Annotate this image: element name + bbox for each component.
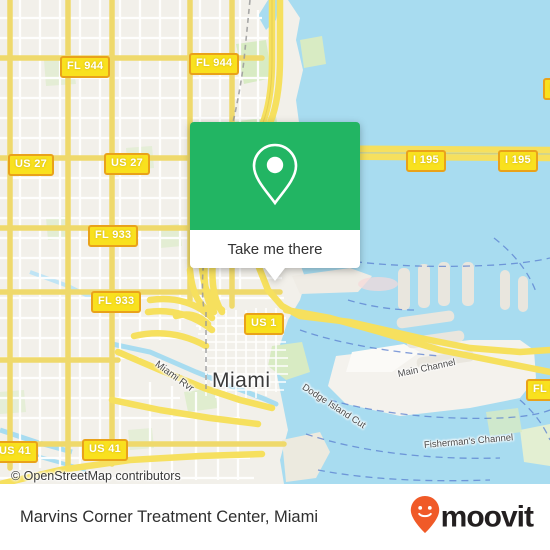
bottom-bar: Marvins Corner Treatment Center, Miami m…: [0, 484, 550, 550]
road-shield: US 41: [82, 439, 129, 461]
place-popup-card[interactable]: Take me there: [190, 122, 360, 281]
road-shield: I 195: [498, 150, 538, 172]
road-shield: US 27: [8, 154, 55, 176]
moovit-place-card: FL 944 FL 944 US 27 US 27 I 195 I 195 FL…: [0, 0, 550, 550]
road-shield: US 41: [0, 441, 39, 463]
moovit-pin-icon: [410, 496, 440, 539]
road-shield: US 1: [244, 313, 284, 335]
popup-header: [190, 122, 360, 230]
take-me-there-label: Take me there: [227, 240, 323, 258]
road-shield: FL 944: [60, 56, 111, 78]
moovit-wordmark: moovit: [440, 500, 534, 533]
osm-attribution[interactable]: © OpenStreetMap contributors: [11, 469, 181, 483]
road-shield: FL 933: [91, 291, 142, 313]
road-shield: FL 944: [189, 53, 240, 75]
road-shield: FL 933: [88, 225, 139, 247]
road-shield: I 195: [406, 150, 446, 172]
take-me-there-button[interactable]: Take me there: [190, 230, 360, 268]
road-shield: I: [543, 78, 550, 100]
map-label-city: Miami: [212, 369, 271, 392]
popup-pointer-tail: [265, 268, 285, 281]
place-title: Marvins Corner Treatment Center, Miami: [20, 507, 319, 526]
road-shield: US 27: [104, 153, 151, 175]
road-shield: FL 9: [526, 379, 550, 401]
location-pin-icon: [248, 141, 302, 212]
moovit-logo[interactable]: moovit: [410, 496, 534, 539]
